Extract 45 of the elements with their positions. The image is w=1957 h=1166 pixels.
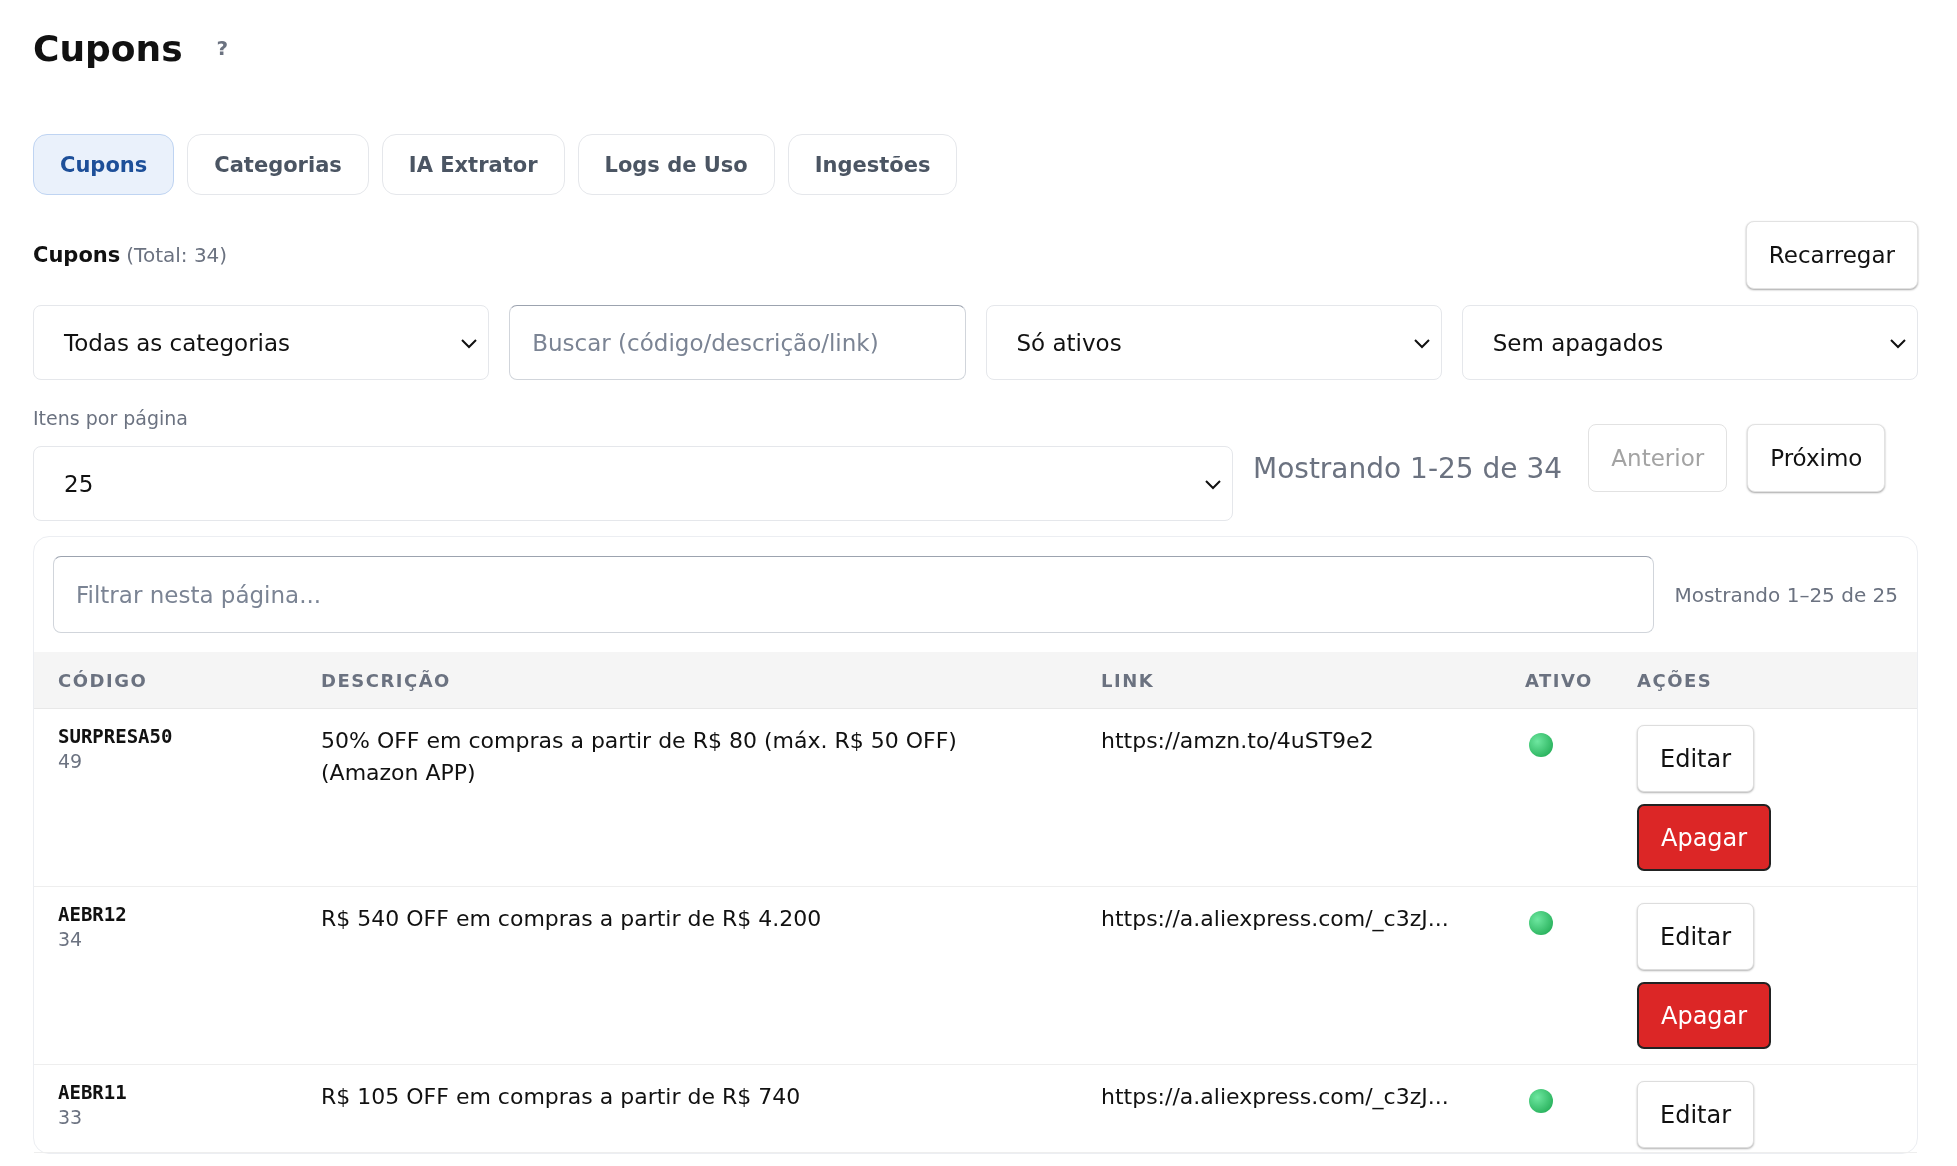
page-title: Cupons <box>33 27 183 69</box>
reload-button[interactable]: Recarregar <box>1745 221 1918 289</box>
search-field[interactable]: Buscar (código/descrição/link) <box>509 305 966 380</box>
tab[interactable]: Categorias <box>187 134 369 195</box>
table-summary: Mostrando 1–25 de 25 <box>1674 582 1898 607</box>
filter-field[interactable]: Filtrar nesta página... <box>53 556 1655 633</box>
chevron-down-icon <box>1204 477 1222 490</box>
filter-select[interactable]: Todas as categorias <box>33 305 490 380</box>
coupon-code: AEBR11 <box>58 1081 128 1103</box>
link-cell-text: https://a.aliexpress.com/_c3zJ... <box>1101 1083 1450 1112</box>
edit-button[interactable]: Editar <box>1637 1081 1755 1148</box>
edit-button[interactable]: Editar <box>1637 725 1755 792</box>
usage-count: 49 <box>58 750 84 772</box>
tab[interactable]: Logs de Uso <box>577 134 775 195</box>
usage-count: 33 <box>58 1106 84 1128</box>
link-cell-text: https://a.aliexpress.com/_c3zJ... <box>1101 905 1450 934</box>
per-page-label: Itens por página <box>33 407 189 429</box>
column-header: LINK <box>1101 669 1156 691</box>
chevron-down-icon <box>460 336 479 349</box>
delete-button[interactable]: Apagar <box>1637 804 1772 871</box>
tab[interactable]: IA Extrator <box>381 134 565 195</box>
delete-button[interactable]: Apagar <box>1637 982 1772 1049</box>
link-cell-text: https://amzn.to/4uST9e2 <box>1101 727 1375 755</box>
edit-button[interactable]: Editar <box>1637 903 1755 970</box>
filter-select[interactable]: Só ativos <box>985 305 1442 380</box>
filter-select[interactable]: Sem apagados <box>1461 305 1918 380</box>
chevron-down-icon <box>1412 336 1431 349</box>
coupon-code: SURPRESA50 <box>58 725 174 747</box>
description-cell-text: R$ 105 OFF em compras a partir de R$ 740 <box>321 1083 802 1111</box>
next-button[interactable]: Próximo <box>1747 424 1886 492</box>
chevron-down-icon <box>1889 336 1907 349</box>
description-cell-text: R$ 540 OFF em compras a partir de R$ 4.200 <box>321 905 823 933</box>
tab[interactable]: Cupons <box>33 134 175 195</box>
per-page-select[interactable]: 25 <box>33 446 1233 521</box>
description-cell-text: 50% OFF em compras a partir de R$ 80 (máx. R$ 50 OFF) (Amazon APP) <box>321 727 958 787</box>
pagination-summary: Mostrando 1-25 de 34 <box>1253 452 1564 485</box>
section-title: Cupons (Total: 34) <box>33 243 228 267</box>
help-icon[interactable]: ? <box>216 36 229 60</box>
tab[interactable]: Ingestões <box>787 134 958 195</box>
column-header: ATIVO <box>1525 669 1594 691</box>
coupon-code: AEBR12 <box>58 903 128 925</box>
column-header: DESCRIÇÃO <box>321 669 452 691</box>
column-header: CÓDIGO <box>58 669 149 691</box>
usage-count: 34 <box>58 928 84 950</box>
column-header: AÇÕES <box>1637 669 1714 691</box>
